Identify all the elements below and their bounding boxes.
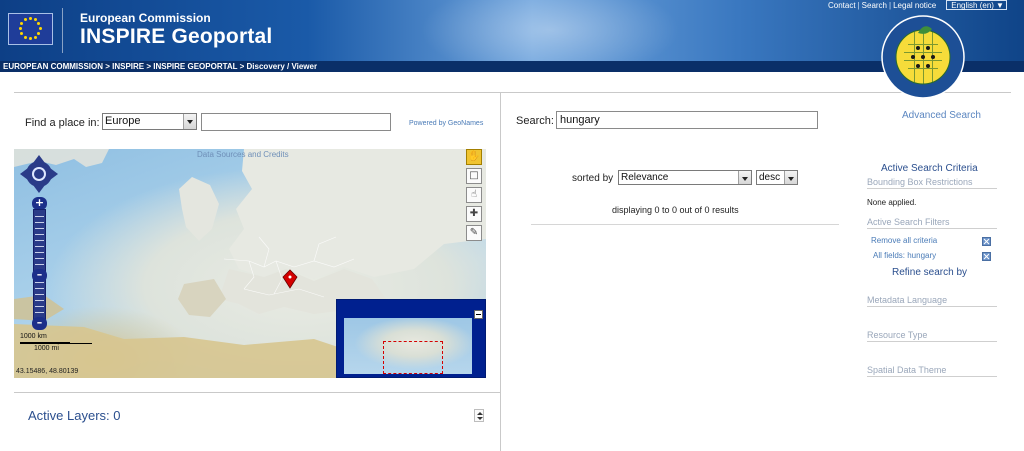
- chevron-down-icon[interactable]: [183, 114, 196, 129]
- filter-item-link[interactable]: All fields: hungary: [873, 251, 936, 260]
- sort-field-select[interactable]: Relevance: [618, 170, 752, 185]
- zoom-tick: [35, 300, 44, 301]
- zoom-tick: [35, 264, 44, 265]
- layers-scroll-spinner-icon[interactable]: [474, 409, 484, 422]
- find-place-label: Find a place in:: [25, 117, 100, 129]
- zoom-tick: [35, 252, 44, 253]
- zoom-slider-handle[interactable]: –: [32, 269, 47, 282]
- eu-star-icon: [33, 35, 37, 39]
- overview-map-image[interactable]: [344, 318, 472, 374]
- site-header: European Commission INSPIRE Geoportal Co…: [0, 0, 1024, 61]
- active-layers-label: Active Layers: 0: [28, 408, 121, 423]
- header-divider: [62, 8, 63, 53]
- eu-star-icon: [37, 22, 41, 25]
- scale-mi-label: 1000 mi: [34, 345, 59, 352]
- remove-all-criteria-link[interactable]: Remove all criteria: [871, 236, 937, 245]
- legal-notice-link[interactable]: Legal notice: [891, 1, 938, 10]
- scale-bar: 1000 km 1000 mi: [20, 333, 92, 352]
- powered-by-geonames-link[interactable]: Powered by GeoNames: [409, 120, 483, 127]
- eu-flag-icon[interactable]: [8, 13, 53, 45]
- inspire-logo-icon[interactable]: [880, 14, 966, 100]
- overview-extent-box[interactable]: [383, 341, 443, 374]
- remove-all-close-icon[interactable]: [982, 237, 991, 246]
- zoom-box-icon[interactable]: □: [466, 168, 482, 184]
- scale-mi-bar: [20, 343, 92, 344]
- zoom-tick: [35, 288, 44, 289]
- eu-star-icon: [37, 32, 41, 35]
- cursor-coordinates: 43.15486, 48.80139: [16, 368, 79, 375]
- refine-search-title: Refine search by: [892, 267, 968, 278]
- contact-link[interactable]: Contact: [826, 1, 858, 10]
- facet-metadata-language[interactable]: Metadata Language: [867, 295, 997, 307]
- chevron-down-icon[interactable]: [784, 171, 797, 184]
- language-label: English (en): [951, 1, 994, 10]
- bounding-box-heading: Bounding Box Restrictions: [867, 177, 997, 189]
- discovery-panel: Search: hungary Advanced Search sorted b…: [500, 92, 1011, 451]
- zoom-slider[interactable]: [33, 209, 46, 321]
- eu-star-icon: [28, 37, 32, 40]
- zoom-tick: [35, 282, 44, 283]
- eu-star-icon: [38, 27, 42, 30]
- identify-icon[interactable]: ☝: [466, 187, 482, 203]
- eu-star-icon: [23, 18, 27, 22]
- search-input[interactable]: hungary: [556, 111, 818, 129]
- zoom-tick: [35, 240, 44, 241]
- chevron-down-icon[interactable]: [738, 171, 751, 184]
- minimize-overview-icon[interactable]: [474, 310, 483, 319]
- facet-spatial-data-theme[interactable]: Spatial Data Theme: [867, 365, 997, 377]
- bounding-box-value: None applied.: [867, 198, 917, 207]
- eu-star-icon: [28, 17, 32, 20]
- sort-order-select[interactable]: desc: [756, 170, 798, 185]
- sort-field-value: Relevance: [621, 172, 669, 183]
- measure-icon[interactable]: ✎: [466, 225, 482, 241]
- map-toolbar: ✋ □ ☝ ✚ ✎: [466, 149, 484, 244]
- zoom-tick: [35, 222, 44, 223]
- zoom-tick: [35, 312, 44, 313]
- region-select[interactable]: Europe: [102, 113, 197, 130]
- layers-divider: [14, 392, 500, 393]
- header-sheen: [420, 0, 680, 61]
- eu-star-icon: [19, 22, 23, 25]
- region-select-value: Europe: [105, 115, 141, 127]
- eu-star-icon: [18, 27, 22, 30]
- place-search-input[interactable]: [201, 113, 391, 131]
- pan-hand-icon[interactable]: ✋: [466, 149, 482, 165]
- map-marker-icon[interactable]: [282, 269, 298, 289]
- inspire-geoportal-page: European Commission INSPIRE Geoportal Co…: [0, 0, 1024, 451]
- language-select[interactable]: English (en) ▼: [946, 0, 1007, 10]
- header-subtitle: European Commission: [80, 11, 211, 25]
- eu-star-icon: [23, 35, 27, 39]
- top-links: Contact | Search | Legal notice English …: [826, 0, 1007, 10]
- search-link[interactable]: Search: [860, 1, 889, 10]
- pan-control-icon[interactable]: [19, 154, 59, 194]
- header-title[interactable]: INSPIRE Geoportal: [80, 25, 272, 49]
- zoom-tick: [35, 306, 44, 307]
- active-filters-heading: Active Search Filters: [867, 217, 997, 229]
- zoom-tick: [35, 258, 44, 259]
- full-extent-icon[interactable]: ✚: [466, 206, 482, 222]
- remove-filter-close-icon[interactable]: [982, 252, 991, 261]
- map-viewer[interactable]: Data Sources and Credits + – – 1000 km 1…: [14, 149, 486, 378]
- advanced-search-link[interactable]: Advanced Search: [902, 110, 981, 121]
- active-search-criteria-title: Active Search Criteria: [881, 163, 978, 174]
- zoom-tick: [35, 228, 44, 229]
- eu-star-icon: [19, 32, 23, 35]
- zoom-tick: [35, 294, 44, 295]
- breadcrumb[interactable]: EUROPEAN COMMISSION > INSPIRE > INSPIRE …: [0, 61, 1024, 72]
- viewer-panel: Find a place in: Europe Powered by GeoNa…: [14, 92, 500, 451]
- scale-km-label: 1000 km: [20, 333, 47, 340]
- facet-resource-type[interactable]: Resource Type: [867, 330, 997, 342]
- sort-order-value: desc: [759, 172, 781, 183]
- eu-star-icon: [33, 18, 37, 22]
- sorted-by-label: sorted by: [572, 173, 614, 184]
- results-count: displaying 0 to 0 out of 0 results: [612, 205, 739, 215]
- search-label: Search:: [516, 115, 554, 127]
- overview-map[interactable]: [336, 299, 486, 378]
- results-divider: [531, 224, 839, 225]
- zoom-tick: [35, 216, 44, 217]
- zoom-tick: [35, 234, 44, 235]
- zoom-tick: [35, 246, 44, 247]
- zoom-out-button[interactable]: –: [32, 317, 47, 330]
- data-sources-credits-link[interactable]: Data Sources and Credits: [197, 150, 289, 159]
